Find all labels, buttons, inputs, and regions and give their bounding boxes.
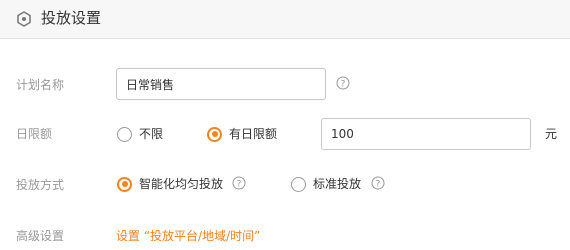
advanced-settings-link[interactable]: 设置 “投放平台/地域/时间” <box>116 228 260 244</box>
radio-standard-circle[interactable] <box>291 176 306 192</box>
radio-standard-label: 标准投放 <box>313 177 362 191</box>
advanced-settings-label: 高级设置 <box>16 229 65 243</box>
delivery-settings-panel: 投放设置 计划名称 ? 日限额 不限 有日限额 元 投放方式 智能化均匀投放 ?… <box>0 0 570 250</box>
radio-smart-even-label: 智能化均匀投放 <box>139 177 224 191</box>
plan-name-label: 计划名称 <box>16 78 65 92</box>
svg-text:?: ? <box>376 180 381 190</box>
svg-text:?: ? <box>237 180 242 190</box>
radio-smart-even[interactable]: 智能化均匀投放 <box>117 176 223 192</box>
plan-name-input[interactable] <box>116 68 326 100</box>
daily-limit-input[interactable] <box>321 118 531 150</box>
section-header: 投放设置 <box>0 0 570 39</box>
radio-smart-even-circle[interactable] <box>117 176 132 192</box>
radio-unlimited[interactable]: 不限 <box>117 126 163 142</box>
radio-daily-limit-circle[interactable] <box>207 126 222 142</box>
radio-standard[interactable]: 标准投放 <box>291 176 361 192</box>
radio-daily-limit[interactable]: 有日限额 <box>207 126 277 142</box>
currency-unit: 元 <box>545 127 558 141</box>
help-icon[interactable]: ? <box>336 76 350 90</box>
radio-daily-limit-label: 有日限额 <box>229 127 278 141</box>
daily-limit-label: 日限额 <box>16 127 53 141</box>
help-icon[interactable]: ? <box>371 176 385 190</box>
section-title: 投放设置 <box>41 9 102 27</box>
svg-text:?: ? <box>341 80 346 90</box>
hexagon-settings-icon <box>17 11 31 27</box>
radio-unlimited-label: 不限 <box>139 127 164 141</box>
delivery-method-label: 投放方式 <box>16 178 65 192</box>
radio-unlimited-circle[interactable] <box>117 126 132 142</box>
help-icon[interactable]: ? <box>232 176 246 190</box>
